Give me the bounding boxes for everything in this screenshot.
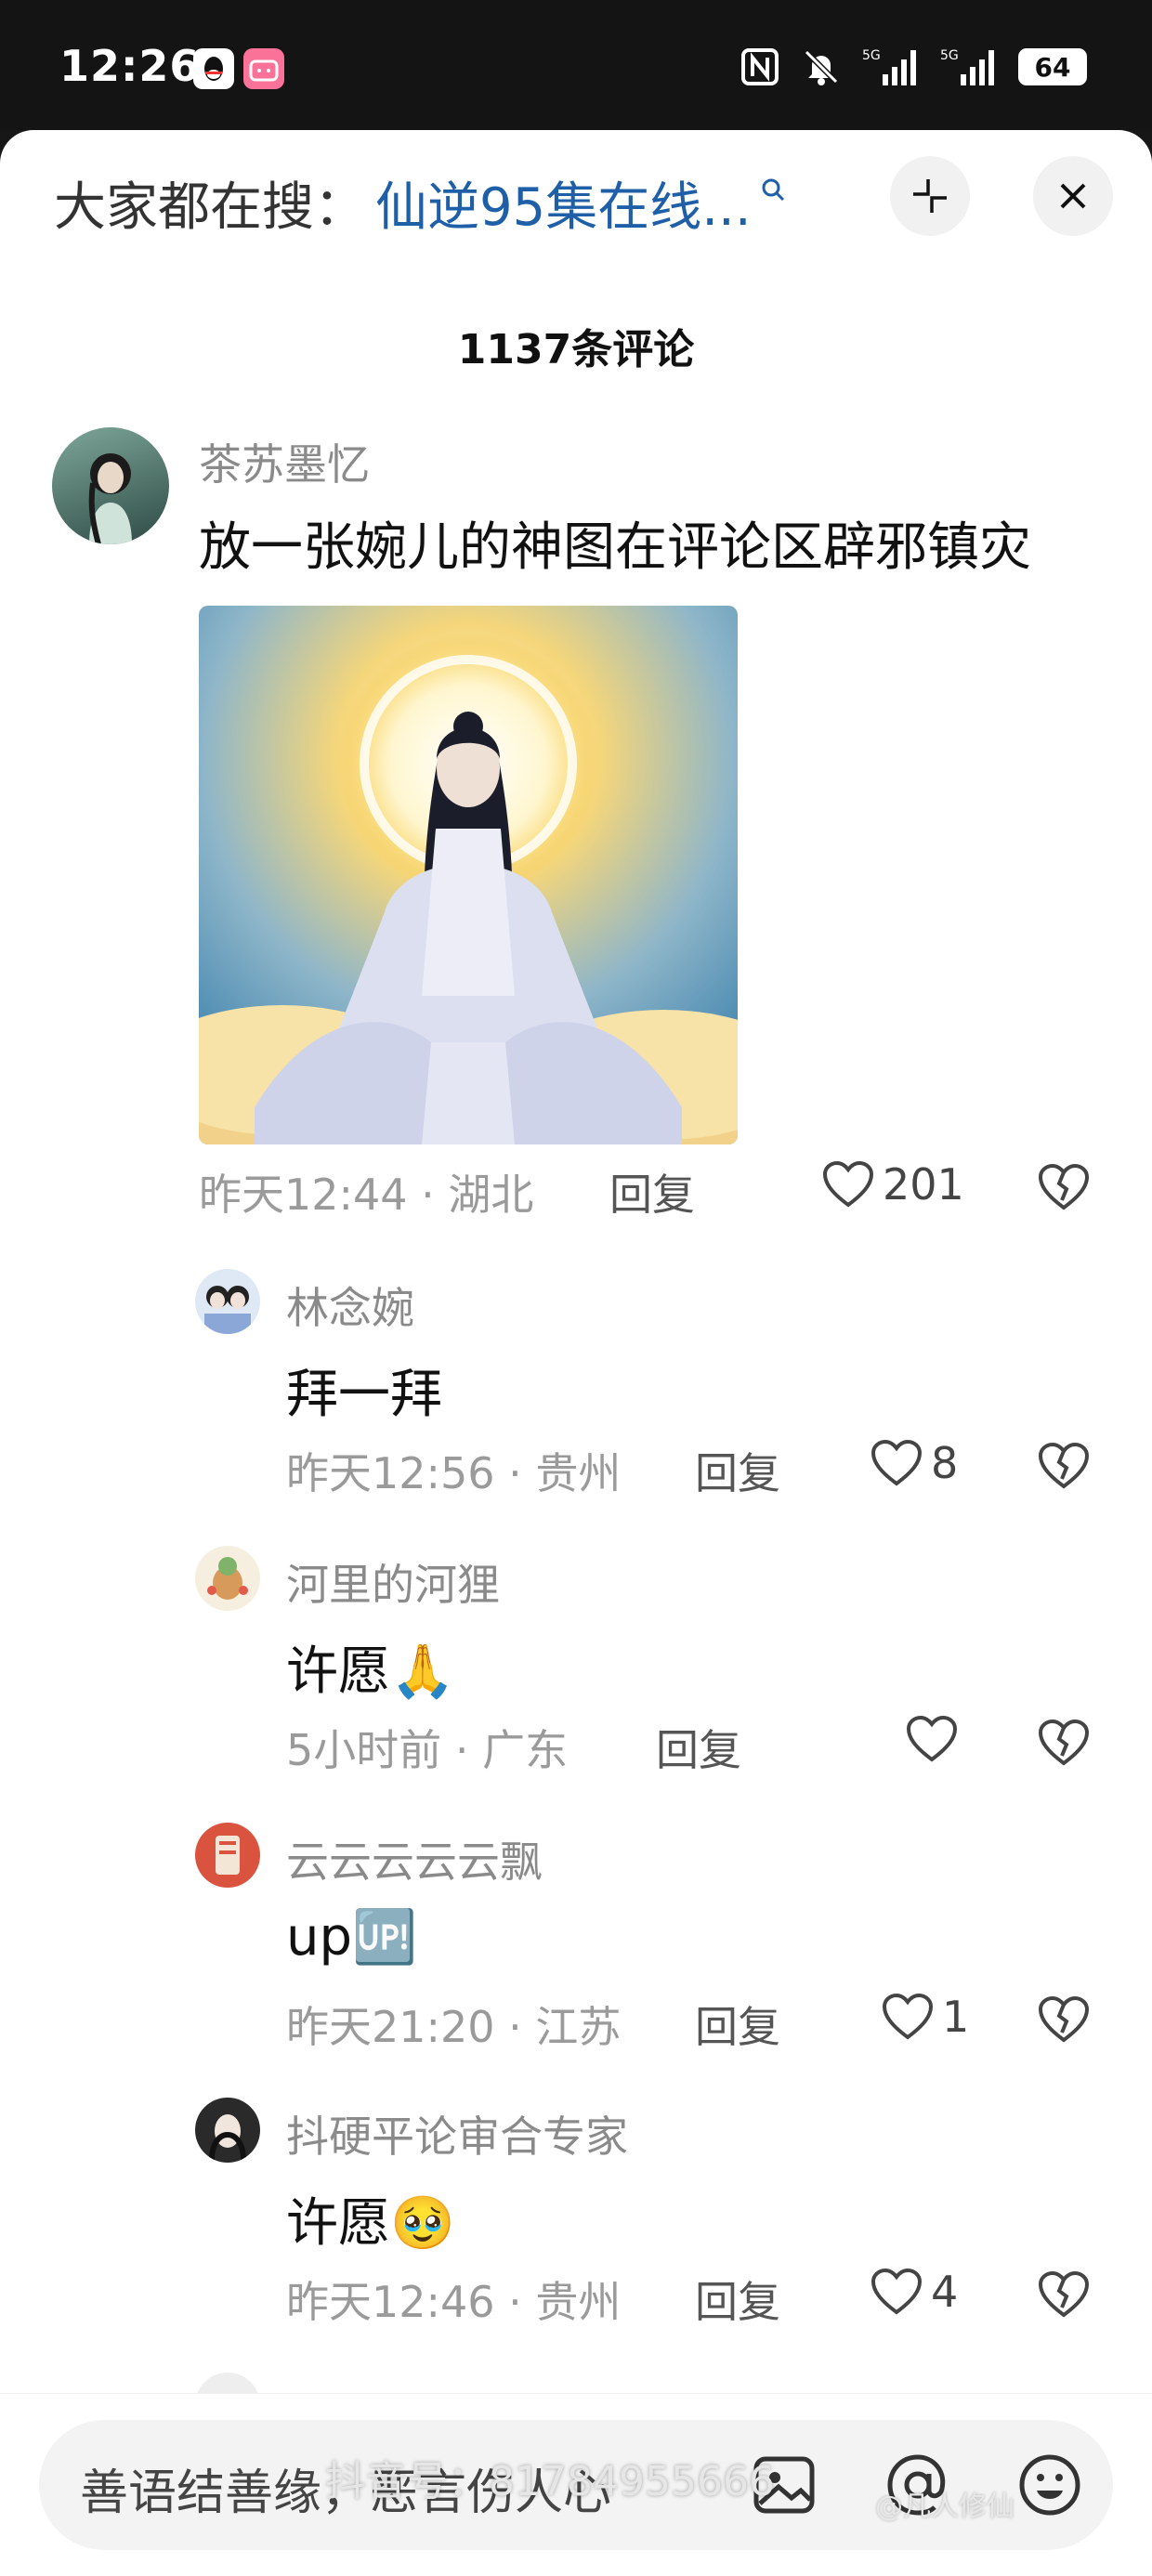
avatar[interactable] — [195, 1823, 260, 1888]
like-button[interactable]: 201 — [821, 1159, 964, 1210]
avatar[interactable] — [195, 1269, 260, 1334]
reply-button[interactable]: 回复 — [656, 1717, 741, 1778]
search-prefix: 大家都在搜： — [54, 177, 366, 238]
search-term-link[interactable]: 仙逆95集在线... — [375, 165, 752, 241]
comment-text: 放一张婉儿的神图在评论区辟邪镇灾 — [199, 517, 1031, 578]
comment-username[interactable]: 抖硬平论审合专家 — [286, 2103, 628, 2164]
comment-username[interactable]: 河里的河狸 — [286, 1551, 500, 1613]
minimize-icon — [913, 179, 947, 213]
svg-text:5G: 5G — [862, 48, 881, 63]
comment-meta: 昨天12:56 · 贵州 — [286, 1448, 622, 1498]
like-count: 201 — [883, 1159, 964, 1210]
heart-icon — [871, 1439, 923, 1486]
comment-meta: 昨天12:46 · 贵州 — [286, 2277, 622, 2327]
reply-button[interactable]: 回复 — [695, 1440, 780, 1501]
comment-username[interactable]: 茶苏墨忆 — [199, 431, 370, 492]
signal-5g-icon: 5G — [862, 46, 920, 87]
close-button[interactable] — [1033, 156, 1113, 236]
like-button[interactable]: 8 — [870, 1438, 958, 1488]
comment-meta: 昨天21:20 · 江苏 — [286, 2002, 622, 2052]
like-button[interactable]: 4 — [870, 2267, 958, 2317]
emoji-icon[interactable] — [1015, 2450, 1085, 2520]
comment-text: 许愿🙏 — [286, 1641, 455, 1702]
broken-heart-icon[interactable] — [1037, 2270, 1091, 2319]
comment-count: 1137条评论 — [457, 326, 695, 373]
signal-5g-icon-2: 5G — [940, 46, 998, 87]
comment-input-bar: 善语结善缘，恶言伤人心 抖音号：81784955666 @凡人修仙 — [0, 2393, 1152, 2576]
mute-icon — [801, 46, 842, 87]
reply-button[interactable]: 回复 — [695, 2269, 780, 2330]
comment-meta: 昨天12:44 · 湖北 — [199, 1170, 534, 1220]
reply-button[interactable]: 回复 — [695, 1994, 780, 2055]
reply-button[interactable]: 回复 — [609, 1161, 695, 1223]
broken-heart-icon[interactable] — [1037, 1442, 1091, 1490]
qq-app-icon — [193, 48, 234, 89]
close-icon — [1060, 183, 1086, 209]
trending-search[interactable]: 大家都在搜： 仙逆95集在线... — [54, 165, 785, 240]
comment-text: 许愿🥹 — [286, 2193, 455, 2254]
like-count: 8 — [931, 1438, 959, 1488]
bilibili-app-icon — [243, 48, 284, 89]
heart-icon — [871, 2268, 923, 2315]
broken-heart-icon[interactable] — [1037, 1995, 1091, 2044]
like-button[interactable] — [905, 1715, 966, 1763]
minimize-button[interactable] — [890, 156, 970, 236]
comment-username[interactable]: 林念婉 — [286, 1275, 414, 1336]
status-time: 12:26 — [59, 41, 201, 91]
comment-username[interactable]: 云云云云云飘 — [286, 1828, 543, 1890]
search-icon — [762, 178, 784, 202]
watermark-author: @凡人修仙 — [875, 2491, 1015, 2523]
battery-indicator: 64 — [1018, 48, 1087, 85]
comment-sheet: 大家都在搜： 仙逆95集在线... 1137条评论 茶苏墨忆 放一张婉儿的神图在… — [0, 130, 1152, 2575]
like-count: 4 — [931, 2267, 959, 2317]
comment-text: up🆙 — [286, 1907, 417, 1968]
avatar[interactable] — [195, 1546, 260, 1611]
comment-meta: 5小时前 · 广东 — [286, 1725, 569, 1775]
watermark: 抖音号：81784955666 — [325, 2458, 775, 2505]
avatar[interactable] — [195, 2098, 260, 2163]
heart-icon — [906, 1715, 958, 1762]
status-bar: 12:26 5G 5G 64 — [0, 0, 1152, 130]
avatar[interactable] — [52, 427, 169, 544]
nfc-icon — [740, 46, 780, 87]
like-count: 1 — [942, 1992, 970, 2042]
svg-text:5G: 5G — [940, 48, 959, 63]
broken-heart-icon[interactable] — [1037, 1163, 1091, 1211]
broken-heart-icon[interactable] — [1037, 1719, 1091, 1767]
heart-icon — [882, 1993, 934, 2040]
comment-text: 拜一拜 — [286, 1365, 442, 1425]
comment-image[interactable] — [199, 606, 738, 1144]
like-button[interactable]: 1 — [881, 1992, 969, 2042]
heart-icon — [822, 1160, 874, 1208]
